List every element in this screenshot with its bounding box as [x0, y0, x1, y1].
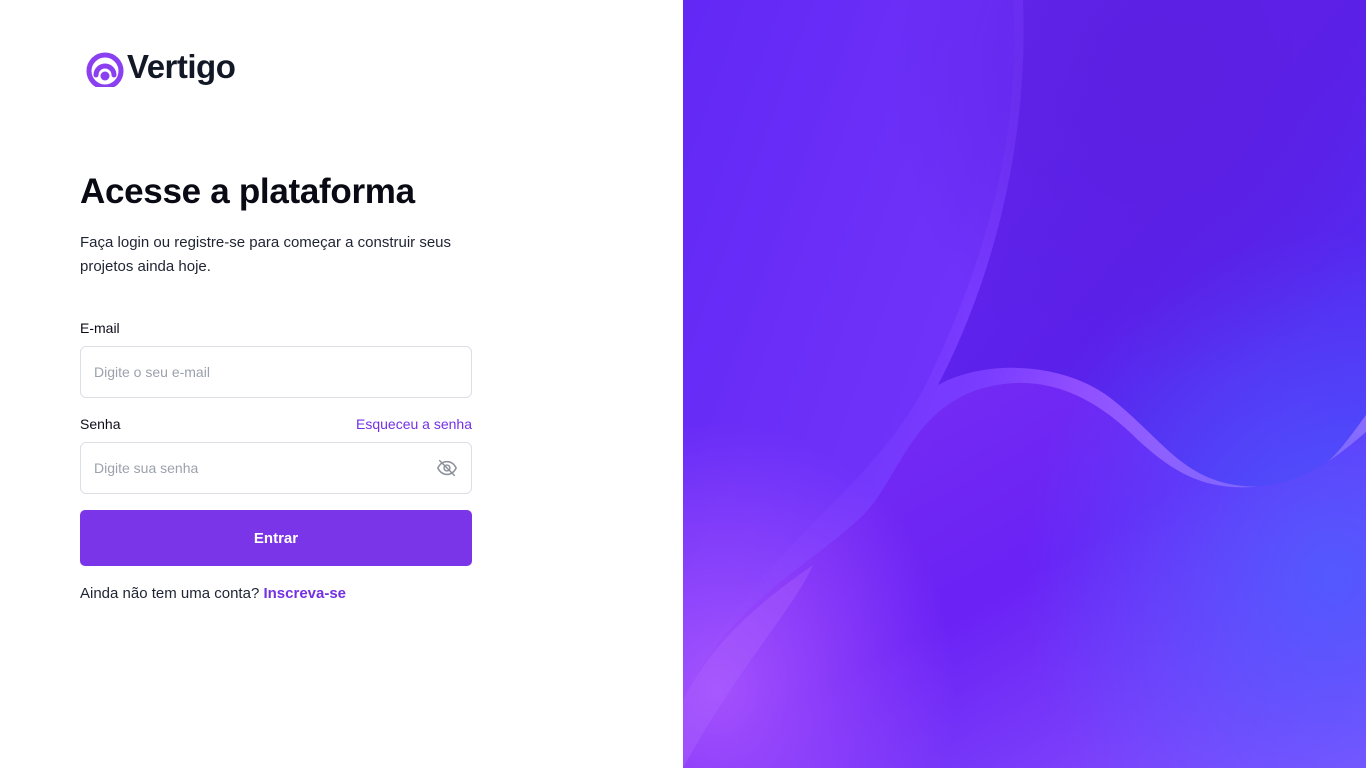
email-label: E-mail	[80, 320, 120, 336]
signup-link[interactable]: Inscreva-se	[263, 585, 346, 602]
vertigo-logo-icon	[86, 52, 124, 87]
gradient-waves-illustration	[683, 0, 1366, 768]
email-input[interactable]	[94, 364, 458, 380]
forgot-password-link[interactable]: Esqueceu a senha	[356, 416, 472, 432]
page-subtitle: Faça login ou registre-se para começar a…	[80, 234, 452, 275]
eye-off-icon[interactable]	[436, 457, 458, 479]
login-panel: Vertigo Acesse a plataforma Faça login o…	[0, 0, 683, 768]
password-input[interactable]	[94, 460, 436, 476]
brand-logo[interactable]: Vertigo	[86, 46, 236, 88]
password-label: Senha	[80, 416, 121, 432]
decorative-background	[683, 0, 1366, 768]
page-title: Acesse a plataforma	[80, 172, 415, 211]
login-button[interactable]: Entrar	[80, 510, 472, 566]
signup-prompt: Ainda não tem uma conta? Inscreva-se	[80, 585, 346, 602]
brand-name: Vertigo	[127, 48, 236, 85]
password-field-container	[80, 442, 472, 494]
email-field-container	[80, 346, 472, 398]
signup-prompt-text: Ainda não tem uma conta?	[80, 585, 260, 602]
